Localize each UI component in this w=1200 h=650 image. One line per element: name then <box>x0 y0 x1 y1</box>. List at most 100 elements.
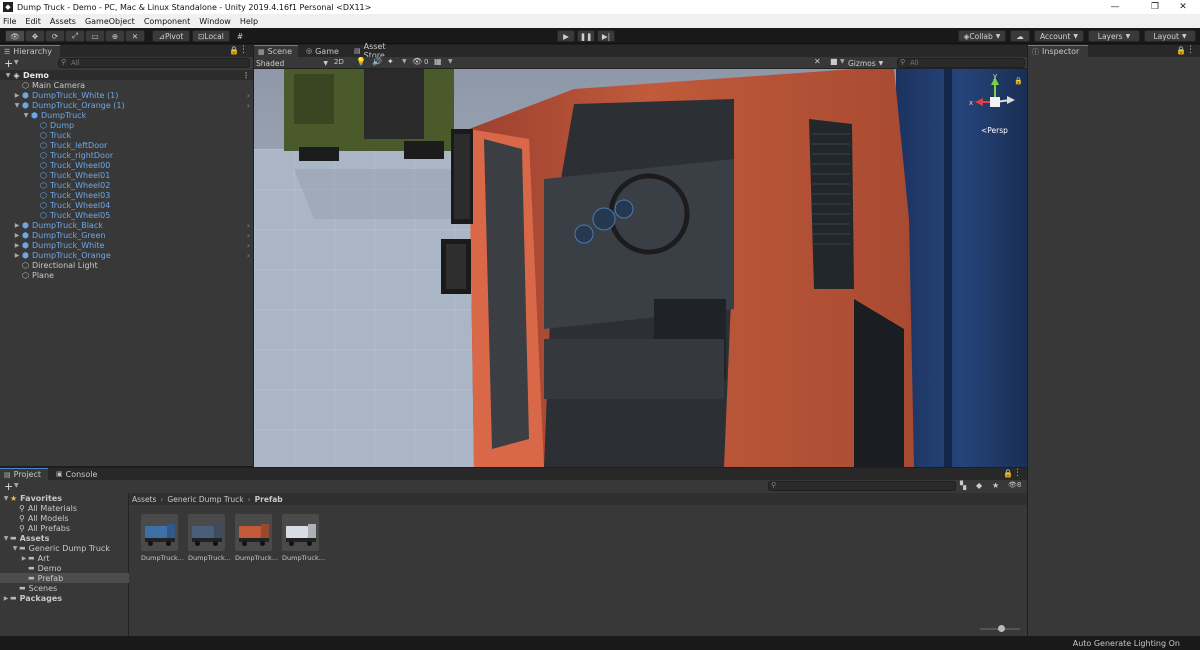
breadcrumb-assets[interactable]: Assets <box>132 495 156 504</box>
menu-window[interactable]: Window <box>199 17 231 26</box>
menu-edit[interactable]: Edit <box>25 17 41 26</box>
effects-icon[interactable]: ✦ <box>387 57 394 66</box>
hierarchy-item[interactable]: ▼ ⬢ DumpTruck_Orange (1) › <box>0 100 253 110</box>
project-tree-item[interactable]: ▬ Demo <box>0 563 129 573</box>
add-button[interactable]: + <box>4 480 13 493</box>
hierarchy-item[interactable]: ⬡ Truck_Wheel00 <box>0 160 253 170</box>
hierarchy-item[interactable]: ⬡ Truck_Wheel03 <box>0 190 253 200</box>
hierarchy-item[interactable]: ⬡ Dump <box>0 120 253 130</box>
chevron-right-icon[interactable]: › <box>247 231 250 240</box>
project-tree-item[interactable]: ▬ Prefab <box>0 573 129 583</box>
expand-arrow-icon[interactable]: ▶ <box>20 555 28 562</box>
prefab-asset-tile[interactable]: DumpTruck... <box>235 514 278 562</box>
local-toggle[interactable]: ⊡ Local <box>192 30 230 42</box>
filter-label-icon[interactable]: ◆ <box>976 481 982 490</box>
hierarchy-search-input[interactable]: All <box>58 58 250 68</box>
project-tree-item[interactable]: ▼ ▬ Assets <box>0 533 129 543</box>
project-tree-item[interactable]: ⚲ All Models <box>0 513 129 523</box>
caret-down-icon[interactable]: ▼ <box>14 482 19 489</box>
project-tree-item[interactable]: ▶ ▬ Packages <box>0 593 129 603</box>
hierarchy-item[interactable]: ⬡ Truck_Wheel05 <box>0 210 253 220</box>
transform-tool-button[interactable]: ⊕ <box>105 30 125 42</box>
expand-arrow-icon[interactable]: ▼ <box>22 112 30 119</box>
prefab-asset-tile[interactable]: DumpTruck... <box>141 514 184 562</box>
hierarchy-item[interactable]: ⬡ Truck <box>0 130 253 140</box>
grid-toggle-icon[interactable]: ▦ <box>434 57 442 66</box>
toggle-2d-button[interactable]: 2D <box>334 58 344 66</box>
tab-hierarchy[interactable]: ☰ Hierarchy <box>0 45 60 57</box>
chevron-right-icon[interactable]: › <box>247 101 250 110</box>
project-tree-item[interactable]: ▶ ▬ Art <box>0 553 129 563</box>
expand-arrow-icon[interactable]: ▶ <box>2 595 10 602</box>
hierarchy-item[interactable]: ⬡ Directional Light <box>0 260 253 270</box>
pause-button[interactable]: ❚❚ <box>577 30 595 42</box>
prefab-asset-tile[interactable]: DumpTruck... <box>188 514 231 562</box>
lighting-icon[interactable]: 💡 <box>356 57 366 66</box>
project-tree-item[interactable]: ▬ Scenes <box>0 583 129 593</box>
chevron-right-icon[interactable]: › <box>247 221 250 230</box>
collapse-arrow-icon[interactable]: ▶ <box>13 232 21 239</box>
grid-snap-button[interactable]: # <box>232 30 248 42</box>
lock-icon[interactable]: 🔒 <box>1014 77 1023 85</box>
collapse-arrow-icon[interactable]: ▶ <box>13 92 21 99</box>
caret-down-icon[interactable]: ▼ <box>840 58 845 65</box>
hierarchy-item[interactable]: ▶ ⬢ DumpTruck_Black › <box>0 220 253 230</box>
caret-down-icon[interactable]: ▼ <box>448 58 453 65</box>
project-tree-item[interactable]: ⚲ All Materials <box>0 503 129 513</box>
project-search-input[interactable] <box>768 481 956 491</box>
cloud-button[interactable]: ☁ <box>1010 30 1030 42</box>
collab-dropdown[interactable]: ◈ Collab ▼ <box>958 30 1006 42</box>
shading-dropdown[interactable]: Shaded ▼ <box>256 58 328 68</box>
tools-icon[interactable]: ✕ <box>814 57 821 66</box>
hierarchy-item[interactable]: ⬡ Truck_Wheel04 <box>0 200 253 210</box>
project-tree-item[interactable]: ⚲ All Prefabs <box>0 523 129 533</box>
scale-tool-button[interactable]: ⤢ <box>65 30 85 42</box>
menu-gameobject[interactable]: GameObject <box>85 17 135 26</box>
caret-down-icon[interactable]: ▼ <box>402 58 407 65</box>
layers-dropdown[interactable]: Layers ▼ <box>1088 30 1140 42</box>
add-button[interactable]: + <box>4 57 13 70</box>
chevron-right-icon[interactable]: › <box>247 251 250 260</box>
collapse-arrow-icon[interactable]: ▶ <box>13 222 21 229</box>
hierarchy-item[interactable]: ▼ ◈ Demo ⋮ <box>0 70 253 80</box>
slider-handle[interactable] <box>998 625 1005 632</box>
tab-asset-store[interactable]: ▤ Asset Store <box>350 42 410 60</box>
menu-help[interactable]: Help <box>240 17 258 26</box>
scene-search-input[interactable]: All <box>897 58 1025 68</box>
expand-arrow-icon[interactable]: ▼ <box>4 72 12 79</box>
hierarchy-item[interactable]: ▶ ⬢ DumpTruck_Orange › <box>0 250 253 260</box>
hierarchy-item[interactable]: ⬡ Truck_Wheel02 <box>0 180 253 190</box>
menu-component[interactable]: Component <box>144 17 190 26</box>
hierarchy-item[interactable]: ⬡ Truck_rightDoor <box>0 150 253 160</box>
play-button[interactable]: ▶ <box>557 30 575 42</box>
tab-inspector[interactable]: ⓘ Inspector <box>1028 45 1088 57</box>
chevron-right-icon[interactable]: › <box>247 91 250 100</box>
breadcrumb-generic-dump-truck[interactable]: Generic Dump Truck <box>167 495 243 504</box>
account-dropdown[interactable]: Account ▼ <box>1034 30 1084 42</box>
hierarchy-item[interactable]: ▶ ⬢ DumpTruck_White (1) › <box>0 90 253 100</box>
step-button[interactable]: ▶| <box>597 30 615 42</box>
lock-icon[interactable]: 🔒 <box>1003 469 1013 478</box>
tab-project[interactable]: ▤ Project <box>0 468 48 480</box>
lock-icon[interactable]: 🔒 <box>1176 46 1186 55</box>
tab-console[interactable]: ▣ Console <box>52 468 100 480</box>
hierarchy-item[interactable]: ⬡ Truck_Wheel01 <box>0 170 253 180</box>
minimize-button[interactable]: — <box>1098 0 1132 14</box>
gizmos-dropdown[interactable]: Gizmos ▼ <box>848 58 892 68</box>
chevron-right-icon[interactable]: › <box>247 241 250 250</box>
custom-tool-button[interactable]: ✕ <box>125 30 145 42</box>
scene-viewport[interactable]: y x <Persp 🔒 <box>254 69 1027 467</box>
move-tool-button[interactable]: ✥ <box>25 30 45 42</box>
hierarchy-item[interactable]: ⬡ Plane <box>0 270 253 280</box>
pivot-toggle[interactable]: ⊿ Pivot <box>152 30 190 42</box>
hand-tool-button[interactable]: 👁 <box>5 30 25 42</box>
layout-dropdown[interactable]: Layout ▼ <box>1144 30 1196 42</box>
rect-tool-button[interactable]: ▭ <box>85 30 105 42</box>
hierarchy-item[interactable]: ⬡ Truck_leftDoor <box>0 140 253 150</box>
perspective-label[interactable]: <Persp <box>981 126 1008 135</box>
close-button[interactable]: ✕ <box>1166 0 1200 14</box>
lock-icon[interactable]: 🔒 <box>229 46 239 55</box>
audio-icon[interactable]: 🔊 <box>372 57 382 66</box>
more-menu-icon[interactable]: ⋮ <box>1186 45 1195 55</box>
project-tree-item[interactable]: ▼ ▬ Generic Dump Truck <box>0 543 129 553</box>
